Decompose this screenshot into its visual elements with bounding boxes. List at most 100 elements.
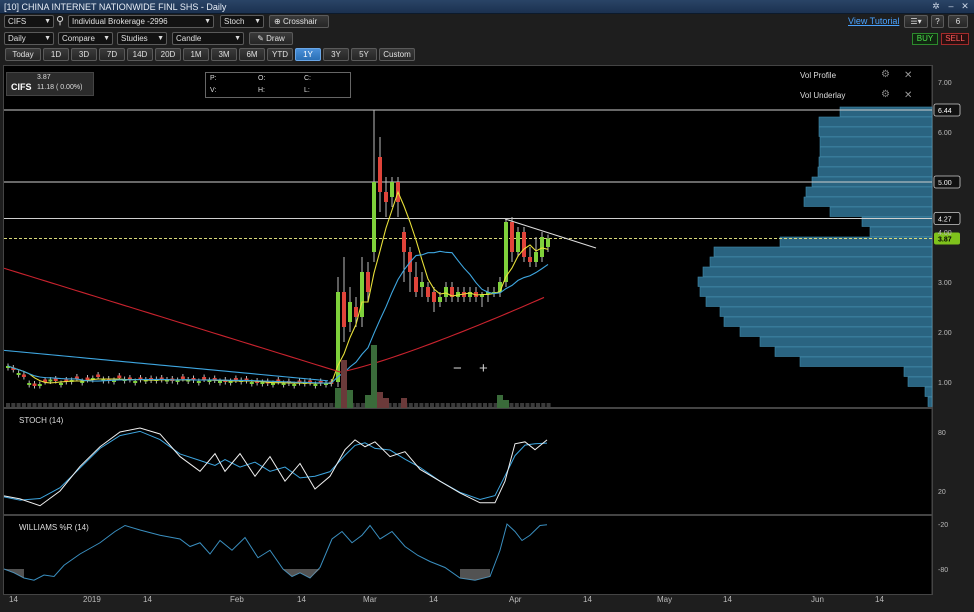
volume-bar <box>424 403 429 407</box>
volume-bar <box>143 403 148 407</box>
volume-profile-bar <box>829 206 933 217</box>
candle-body <box>342 292 346 327</box>
candle-body <box>522 232 526 257</box>
candle-body <box>546 238 550 247</box>
volume-bar <box>467 403 472 407</box>
ma-slow-line <box>3 267 545 373</box>
date-axis-label: 2019 <box>83 595 101 604</box>
volume-bar <box>212 403 217 407</box>
candle-body <box>180 376 185 379</box>
volume-bar <box>233 403 238 407</box>
quote-last: 3.87 <box>37 74 51 81</box>
volume-profile-bar <box>697 276 933 287</box>
gear-icon[interactable]: ⚙ <box>881 89 890 100</box>
volume-bar <box>175 403 180 407</box>
candle-body <box>402 232 406 252</box>
candle-body <box>420 282 424 287</box>
volume-profile-bar <box>699 286 933 297</box>
volume-profile-bar <box>803 196 933 207</box>
volume-bar <box>27 403 32 407</box>
volume-bar <box>64 403 69 407</box>
close-icon[interactable]: ✕ <box>904 70 912 81</box>
date-axis-label: Mar <box>363 595 377 604</box>
candle-body <box>444 287 448 297</box>
zoom-in-button[interactable]: + <box>479 360 488 377</box>
volume-bar <box>347 390 353 408</box>
volume-profile-bar <box>759 336 933 347</box>
zoom-out-button[interactable]: − <box>453 360 462 377</box>
candle-body <box>48 379 53 382</box>
volume-profile-bar <box>713 246 933 257</box>
candle-body <box>32 383 37 386</box>
gear-icon[interactable]: ⚙ <box>881 69 890 80</box>
volume-bar <box>271 403 275 407</box>
candle-body <box>504 222 508 282</box>
volume-profile-bar <box>818 156 933 167</box>
close-icon[interactable]: ✕ <box>904 90 912 101</box>
volume-profile-bar <box>805 186 933 197</box>
ohlc-p: P: <box>210 75 217 82</box>
candle-body <box>366 272 370 292</box>
volume-bar <box>281 403 286 407</box>
volume-bar <box>414 403 419 407</box>
candle-body <box>37 384 42 386</box>
candle-body <box>516 232 520 252</box>
volume-bar <box>16 403 21 407</box>
volume-bar <box>223 403 228 407</box>
volume-bar <box>154 403 159 407</box>
volume-profile-bar <box>818 126 933 137</box>
volume-bar <box>138 403 143 407</box>
volume-profile-bar <box>903 366 933 377</box>
date-axis-label: 14 <box>429 595 438 604</box>
vol-profile-label: Vol Profile <box>800 71 837 80</box>
candle-body <box>21 374 26 377</box>
volume-profile-bar <box>705 296 933 307</box>
volume-profile-bar <box>723 316 933 327</box>
ma-mid-line <box>7 250 549 384</box>
ohlc-c: C: <box>304 75 311 82</box>
volume-bar <box>451 403 456 407</box>
date-axis-label: 14 <box>875 595 884 604</box>
volume-bar <box>456 403 461 407</box>
quote-box: CIFS 3.87 11.18 ( 0.00%) <box>6 72 94 96</box>
volume-bar <box>541 403 546 407</box>
candle-body <box>196 381 201 383</box>
candle-body <box>96 374 101 377</box>
volume-bar <box>318 403 323 407</box>
volume-bar <box>69 403 74 407</box>
volume-bar <box>159 403 164 407</box>
candle-body <box>133 381 138 383</box>
williams-label: WILLIAMS %R (14) <box>19 523 89 532</box>
candle-body <box>438 297 442 302</box>
volume-bar <box>497 395 503 408</box>
volume-bar <box>341 360 347 408</box>
volume-bar <box>488 403 493 407</box>
volume-bar <box>85 403 90 407</box>
ohlc-v: V: <box>210 87 217 94</box>
volume-bar <box>170 403 175 407</box>
volume-bar <box>96 403 101 407</box>
volume-bar <box>32 403 37 407</box>
volume-bar <box>408 403 413 407</box>
volume-bar <box>106 403 111 407</box>
volume-bar <box>419 403 424 407</box>
date-axis-label: 14 <box>583 595 592 604</box>
ohlc-h: H: <box>258 87 265 94</box>
ohlc-l: L: <box>304 87 310 94</box>
candle-body <box>27 383 32 385</box>
volume-bar <box>244 403 249 407</box>
volume-bar <box>483 403 487 407</box>
volume-profile-bar <box>702 266 933 277</box>
volume-bar <box>80 403 85 407</box>
volume-profile-bar <box>819 136 933 147</box>
volume-bar <box>435 403 440 407</box>
volume-bar <box>329 403 334 407</box>
candle-body <box>384 192 388 202</box>
volume-bar <box>440 403 445 407</box>
price-tag-text: 6.44 <box>938 108 952 115</box>
volume-bar <box>133 403 138 407</box>
date-axis-label: 14 <box>143 595 152 604</box>
candle-body <box>16 373 21 375</box>
williams-oversold-fill <box>460 569 490 581</box>
volume-bar <box>297 403 302 407</box>
